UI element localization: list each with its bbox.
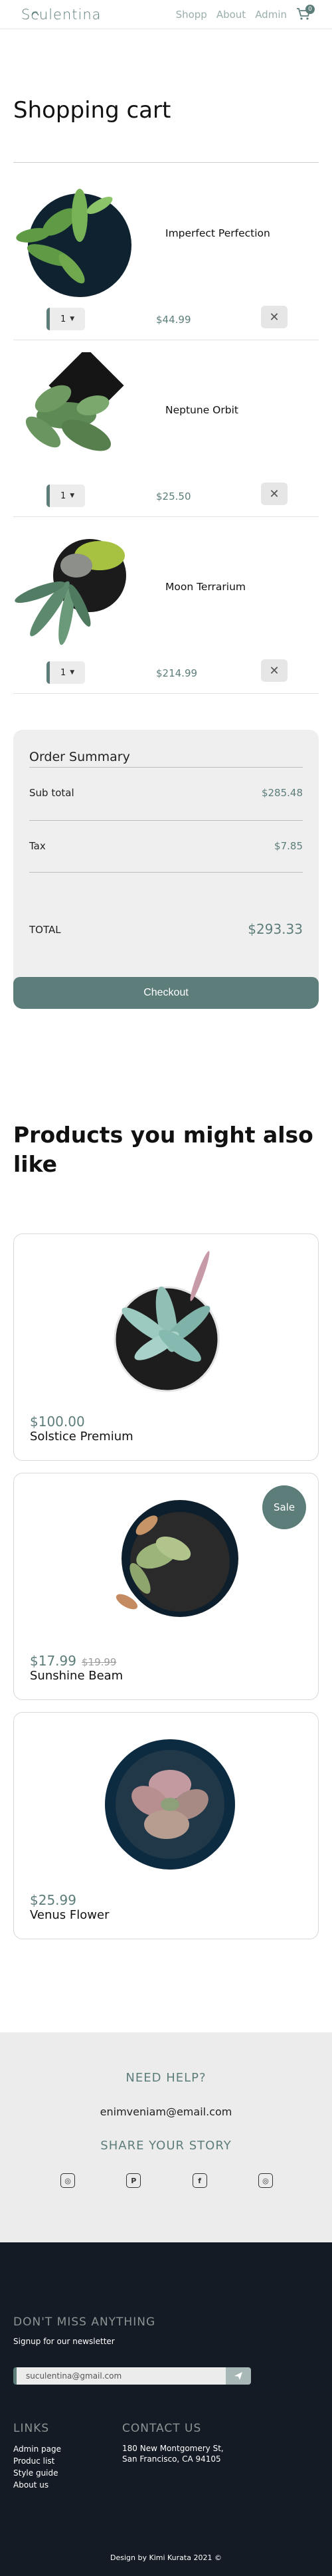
close-icon: ✕: [269, 663, 280, 677]
brand-logo[interactable]: S culentina: [21, 7, 102, 23]
divider: [29, 820, 303, 821]
page-title: Shopping cart: [13, 97, 171, 124]
nav-link-about[interactable]: About: [216, 9, 246, 21]
footer-link-style-guide[interactable]: Style guide: [13, 2467, 61, 2479]
product-image: [114, 1251, 220, 1392]
divider: [29, 767, 303, 768]
quantity-value: 1: [60, 314, 66, 324]
address-line: 180 New Montgomery St,: [122, 2444, 224, 2453]
total-label: TOTAL: [29, 924, 61, 936]
send-icon: [234, 2372, 242, 2380]
original-price: $19.99: [81, 1656, 117, 1668]
product-thumbnail: [15, 539, 126, 645]
share-story-title: SHARE YOUR STORY: [100, 2139, 232, 2153]
recommendations-title: Products you might also like: [13, 1122, 313, 1177]
remove-item-button[interactable]: ✕: [261, 306, 288, 328]
order-summary-title: Order Summary: [29, 750, 130, 764]
total-value: $293.33: [248, 921, 303, 937]
product-name: Sunshine Beam: [30, 1669, 124, 1683]
product-thumbnail: [25, 352, 124, 451]
product-card[interactable]: Sale $17.99 $19.99 Sunshine Beam: [13, 1473, 319, 1700]
footer: DON'T MISS ANYTHING Signup for our newsl…: [0, 2242, 332, 2576]
current-price: $25.99: [30, 1892, 76, 1908]
cart-item: Neptune Orbit 1 ▼ $25.50 ✕: [13, 340, 319, 517]
product-image: [105, 1739, 235, 1870]
quantity-select[interactable]: 1 ▼: [46, 661, 85, 684]
product-image: [116, 1500, 238, 1617]
quantity-select[interactable]: 1 ▼: [46, 484, 85, 507]
product-card[interactable]: $100.00 Solstice Premium: [13, 1234, 319, 1461]
footer-link-admin[interactable]: Admin page: [13, 2443, 61, 2455]
divider: [29, 872, 303, 873]
help-title: NEED HELP?: [125, 2071, 207, 2085]
subtotal-value: $285.48: [261, 787, 303, 799]
help-section: NEED HELP? enimveniam@email.com SHARE YO…: [0, 2032, 332, 2242]
cart-item: Moon Terrarium 1 ▼ $214.99 ✕: [13, 517, 319, 694]
cart-count-badge: 0: [305, 4, 315, 14]
checkout-button[interactable]: Checkout: [13, 977, 319, 1009]
product-price: $100.00: [30, 1414, 85, 1430]
product-card[interactable]: $25.99 Venus Flower: [13, 1712, 319, 1939]
product-name: Venus Flower: [30, 1908, 110, 1922]
tax-label: Tax: [29, 840, 46, 852]
current-price: $17.99: [30, 1653, 76, 1669]
close-icon: ✕: [269, 310, 280, 324]
quantity-select[interactable]: 1 ▼: [46, 308, 85, 330]
product-name: Solstice Premium: [30, 1430, 133, 1444]
footer-link-about[interactable]: About us: [13, 2479, 61, 2491]
facebook-icon[interactable]: f: [192, 2173, 207, 2188]
quantity-value: 1: [60, 667, 66, 678]
product-price: $25.99: [30, 1892, 76, 1908]
nav-link-shop[interactable]: Shopp: [176, 9, 207, 21]
newsletter-email-input[interactable]: [13, 2367, 239, 2385]
quantity-value: 1: [60, 490, 66, 501]
footer-links: Admin page Produc list Style guide About…: [13, 2443, 61, 2491]
links-title: LINKS: [13, 2422, 50, 2435]
logo-text: culentina: [31, 6, 102, 23]
chevron-down-icon: ▼: [70, 316, 75, 322]
tax-value: $7.85: [274, 840, 303, 852]
nav-link-admin[interactable]: Admin: [255, 9, 287, 21]
newsletter-title: DON'T MISS ANYTHING: [13, 2315, 156, 2329]
address-line: San Francisco, CA 94105: [122, 2454, 221, 2464]
newsletter-subtitle: Signup for our newsletter: [13, 2337, 115, 2346]
chevron-down-icon: ▼: [70, 492, 75, 499]
product-thumbnail: [16, 189, 131, 297]
sale-badge: Sale: [262, 1485, 306, 1529]
instagram-icon[interactable]: ◎: [60, 2173, 75, 2188]
nav-links: Shopp About Admin 0: [176, 4, 315, 22]
cart-item-price: $214.99: [156, 667, 198, 679]
cart-button[interactable]: 0: [296, 4, 315, 22]
cart-item-price: $44.99: [156, 314, 191, 326]
footer-link-products[interactable]: Produc list: [13, 2455, 61, 2467]
current-price: $100.00: [30, 1414, 85, 1430]
contact-address: 180 New Montgomery St, San Francisco, CA…: [122, 2443, 224, 2464]
copyright: Design by Kimi Kurata 2021 ©: [110, 2553, 222, 2562]
logo-initial: S: [21, 6, 31, 23]
chevron-down-icon: ▼: [70, 669, 75, 676]
cart-item-name: Neptune Orbit: [165, 404, 238, 416]
close-icon: ✕: [269, 486, 280, 500]
cart-item-name: Moon Terrarium: [165, 581, 246, 593]
product-price: $17.99 $19.99: [30, 1653, 116, 1669]
instagram-icon[interactable]: ◎: [258, 2173, 273, 2188]
help-email[interactable]: enimveniam@email.com: [0, 2105, 332, 2118]
remove-item-button[interactable]: ✕: [261, 659, 288, 682]
cart-item-name: Imperfect Perfection: [165, 227, 270, 239]
pinterest-icon[interactable]: P: [126, 2173, 141, 2188]
newsletter-submit-button[interactable]: [226, 2367, 251, 2385]
cart-item: Imperfect Perfection 1 ▼ $44.99 ✕: [13, 163, 319, 340]
title-divider: [13, 162, 319, 163]
contact-title: CONTACT US: [122, 2422, 202, 2435]
subtotal-label: Sub total: [29, 787, 74, 799]
top-nav: S culentina Shopp About Admin 0: [0, 0, 332, 29]
order-summary: Order Summary Sub total $285.48 Tax $7.8…: [13, 730, 319, 1009]
remove-item-button[interactable]: ✕: [261, 483, 288, 505]
cart-item-price: $25.50: [156, 490, 191, 502]
social-links: ◎ P f ◎: [60, 2173, 273, 2188]
